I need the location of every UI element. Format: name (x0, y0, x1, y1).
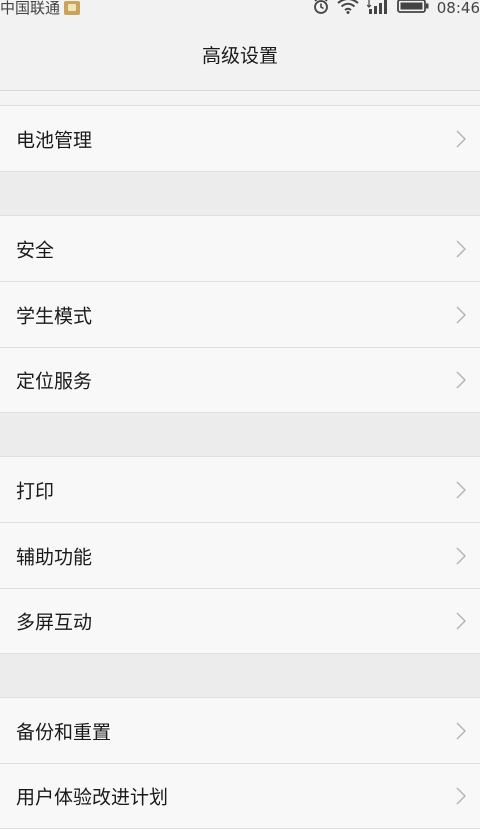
chevron-right-icon (456, 721, 466, 740)
carrier-info: 中国联通 (0, 0, 81, 18)
settings-item-label: 多屏互动 (16, 611, 93, 634)
settings-item-label: 用户体验改进计划 (16, 786, 169, 809)
chevron-right-icon (456, 371, 466, 389)
settings-item-label: 定位服务 (16, 370, 93, 393)
settings-item-label: 学生模式 (16, 305, 93, 327)
settings-item-label: 辅助功能 (16, 546, 93, 568)
section-gap (0, 172, 480, 216)
section-gap (0, 413, 480, 457)
page-title: 高级设置 (201, 44, 278, 67)
battery-icon (396, 0, 429, 18)
title-bar: 高级设置 (0, 18, 480, 91)
chevron-right-icon (456, 239, 466, 258)
chevron-right-icon (456, 787, 466, 805)
chevron-right-icon (456, 480, 466, 499)
status-icons: 08:46 (313, 0, 480, 18)
settings-item-user-experience[interactable]: 用户体验改进计划 (0, 764, 480, 829)
carrier-label: 中国联通 (0, 0, 61, 17)
chevron-right-icon (456, 612, 466, 630)
settings-item-security[interactable]: 安全 (0, 216, 480, 282)
wifi-icon (337, 0, 359, 18)
chevron-right-icon (456, 546, 466, 565)
settings-item-label: 电池管理 (16, 129, 93, 151)
settings-item-label: 备份和重置 (16, 721, 112, 743)
status-time: 08:46 (436, 0, 480, 17)
section-gap (0, 654, 480, 698)
settings-item-student-mode[interactable]: 学生模式 (0, 282, 480, 348)
settings-item-backup-reset[interactable]: 备份和重置 (0, 698, 480, 764)
settings-item-print[interactable]: 打印 (0, 457, 480, 523)
settings-item-accessibility[interactable]: 辅助功能 (0, 523, 480, 589)
section-gap (0, 91, 480, 106)
settings-item-label: 打印 (16, 480, 55, 502)
chevron-right-icon (456, 305, 466, 324)
signal-icon (366, 0, 389, 18)
settings-item-multiscreen[interactable]: 多屏互动 (0, 589, 480, 654)
settings-item-battery[interactable]: 电池管理 (0, 106, 480, 172)
status-bar: 中国联通 08:46 (0, 0, 480, 18)
alarm-icon (313, 0, 329, 18)
chevron-right-icon (456, 129, 466, 148)
settings-item-label: 安全 (16, 239, 55, 261)
carrier-badge-icon (64, 1, 81, 15)
settings-item-location[interactable]: 定位服务 (0, 348, 480, 413)
